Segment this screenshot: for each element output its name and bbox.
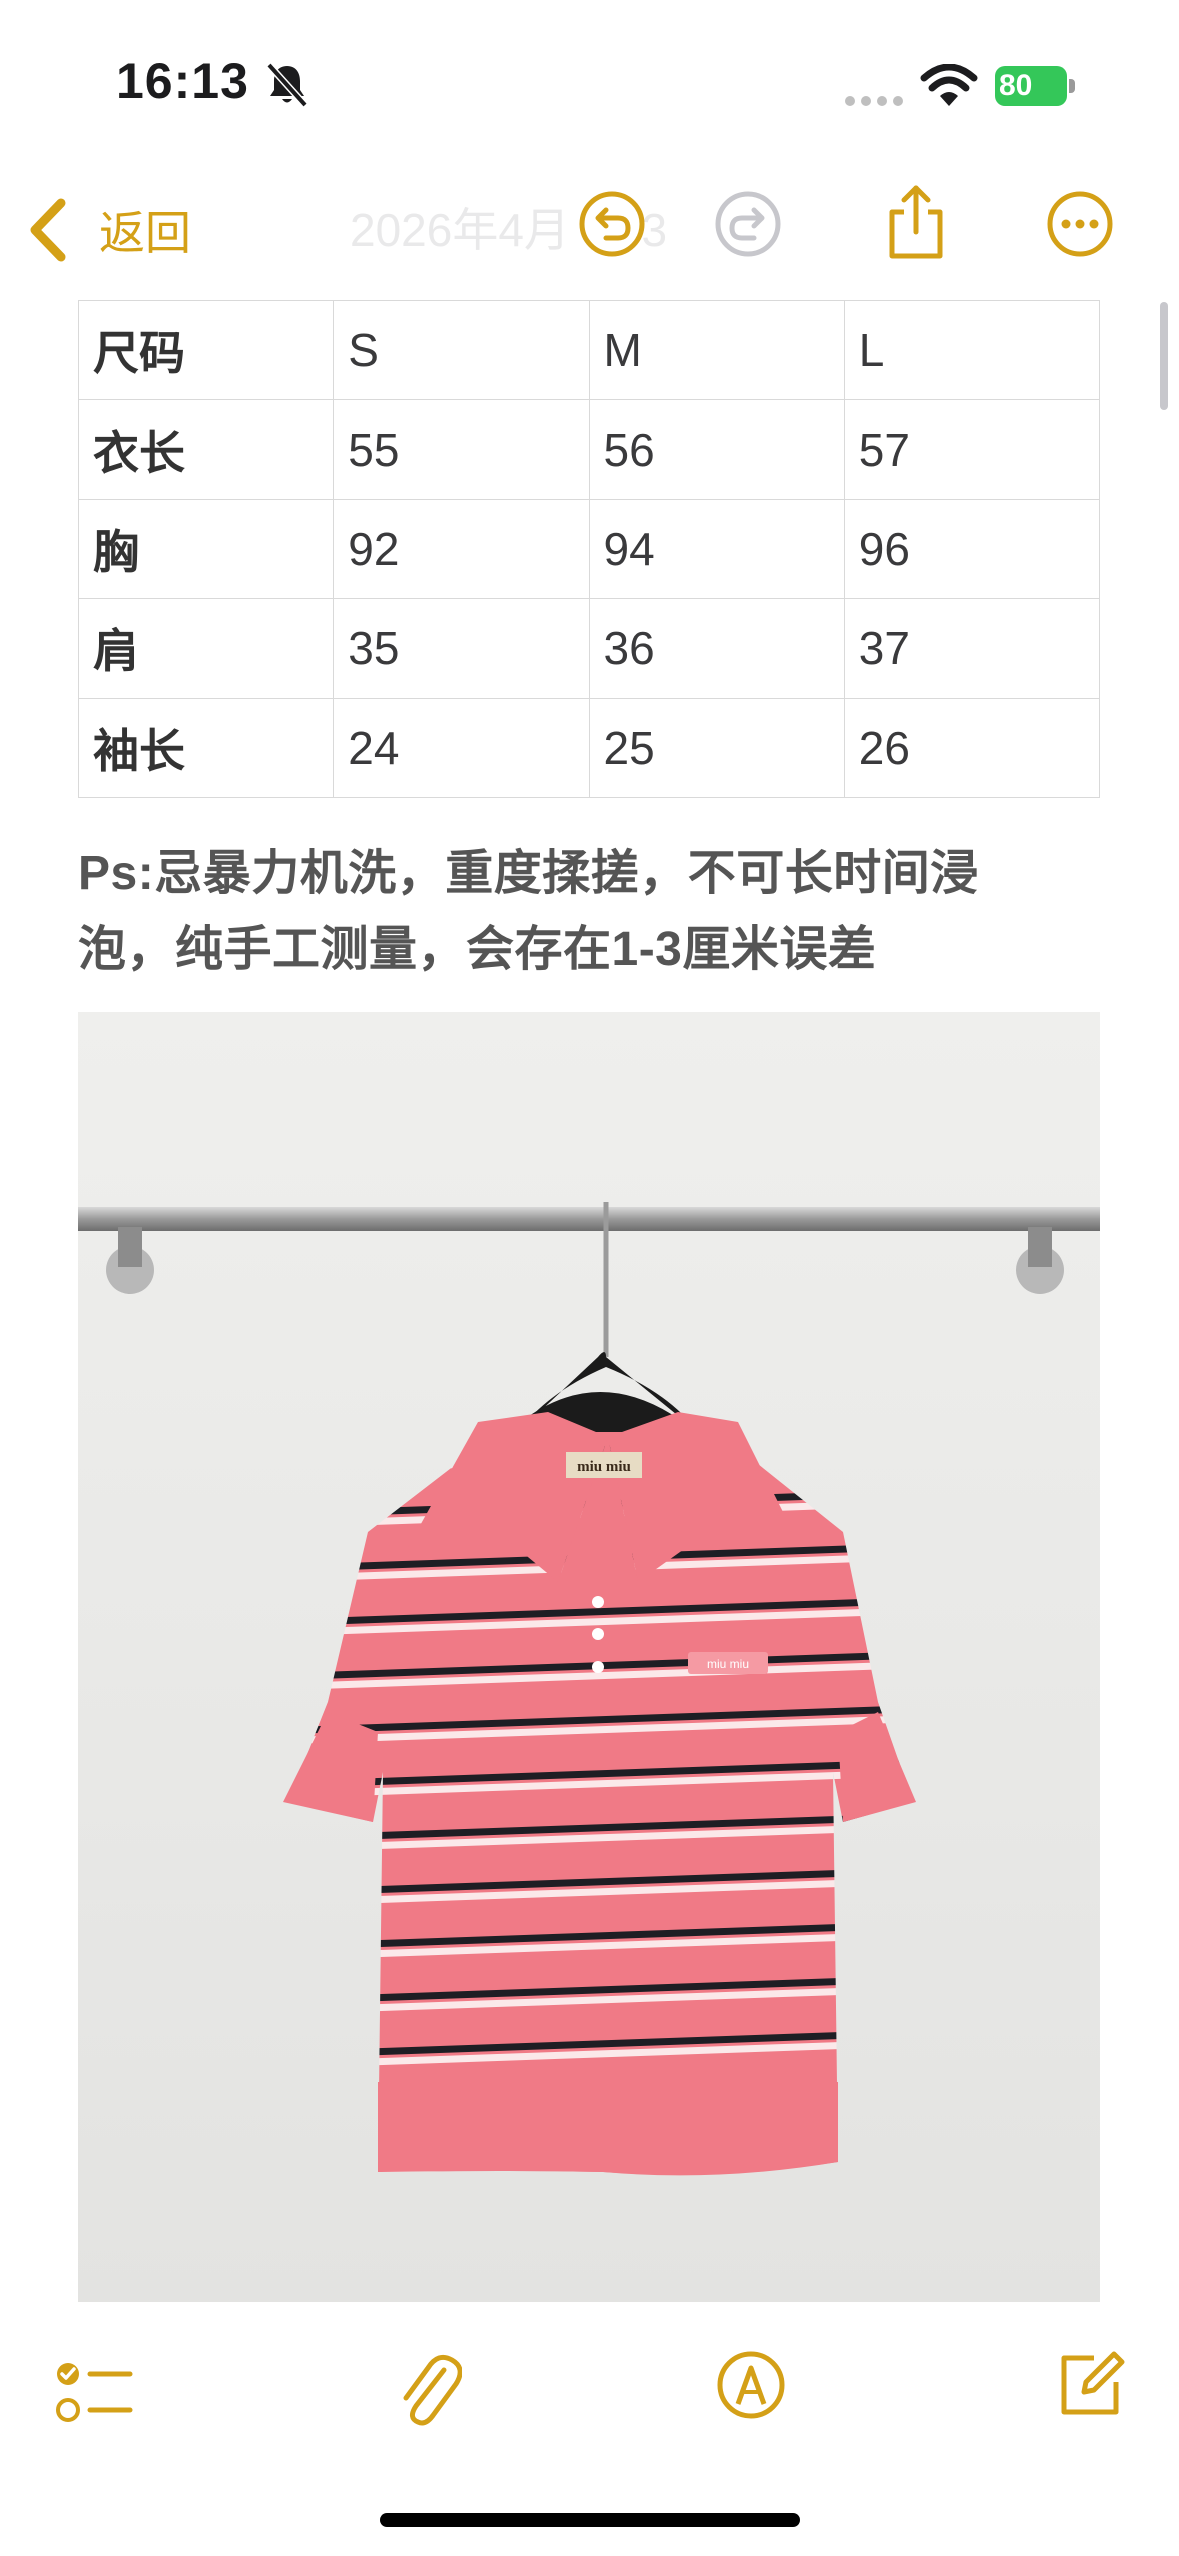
- table-cell: 55: [333, 399, 590, 500]
- bell-slash-icon: [266, 62, 308, 108]
- table-cell: 肩: [77, 598, 335, 699]
- table-cell: 96: [843, 498, 1101, 600]
- table-cell: 92: [333, 498, 590, 600]
- table-cell: 36: [588, 598, 845, 699]
- redo-icon[interactable]: [714, 190, 782, 258]
- table-cell: S: [333, 299, 590, 401]
- bottom-toolbar: [0, 2310, 1179, 2460]
- more-icon[interactable]: [1046, 190, 1114, 258]
- battery-level: 80: [999, 69, 1033, 102]
- table-row: 胸 92 94 96: [77, 498, 1101, 600]
- signal-icon: [845, 96, 903, 106]
- compose-icon[interactable]: [1054, 2348, 1126, 2420]
- checklist-icon[interactable]: [54, 2358, 134, 2428]
- share-icon[interactable]: [884, 182, 948, 262]
- battery-charging-icon: 80: [995, 66, 1077, 106]
- home-indicator[interactable]: [380, 2513, 800, 2527]
- table-cell: 25: [588, 697, 845, 799]
- nav-bar: 返回 2026年4月 日 3: [0, 170, 1179, 290]
- markup-pen-icon[interactable]: [716, 2350, 786, 2420]
- wifi-icon: [920, 64, 978, 106]
- table-cell: 57: [843, 399, 1101, 500]
- table-cell: L: [843, 299, 1101, 401]
- back-button[interactable]: 返回: [25, 190, 191, 270]
- note-text[interactable]: Ps:忌暴力机洗，重度揉搓，不可长时间浸 泡，纯手工测量，会存在1-3厘米误差: [78, 836, 1108, 988]
- table-cell: 尺码: [77, 299, 335, 401]
- size-table: 尺码 S M L 衣长 55 56 57 胸 92 94 96 肩 35 36 …: [77, 299, 1101, 799]
- status-bar: 16:13 80: [0, 0, 1179, 170]
- table-cell: 袖长: [77, 697, 335, 799]
- table-row: 衣长 55 56 57: [77, 399, 1101, 500]
- chest-patch-text: miu miu: [707, 1657, 749, 1671]
- table-cell: 37: [843, 598, 1101, 699]
- table-cell: M: [588, 299, 845, 401]
- paperclip-icon[interactable]: [392, 2350, 462, 2430]
- table-row: 袖长 24 25 26: [77, 697, 1101, 799]
- note-line: 泡，纯手工测量，会存在1-3厘米误差: [78, 923, 877, 976]
- neck-label-text: miu miu: [577, 1459, 631, 1475]
- status-time: 16:13: [116, 53, 249, 109]
- undo-icon[interactable]: [578, 190, 646, 258]
- table-cell: 26: [843, 697, 1101, 799]
- table-cell: 衣长: [77, 399, 335, 500]
- table-row: 肩 35 36 37: [77, 598, 1101, 699]
- table-cell: 24: [333, 697, 590, 799]
- scroll-indicator[interactable]: [1160, 302, 1168, 410]
- product-photo[interactable]: miu miu miu miu: [78, 1012, 1100, 2302]
- table-cell: 35: [333, 598, 590, 699]
- back-label: 返回: [99, 207, 191, 259]
- note-line: Ps:忌暴力机洗，重度揉搓，不可长时间浸: [78, 847, 979, 900]
- table-cell: 56: [588, 399, 845, 500]
- table-cell: 胸: [77, 498, 335, 600]
- table-cell: 94: [588, 498, 845, 600]
- table-row: 尺码 S M L: [77, 299, 1101, 401]
- chevron-left-icon: [30, 198, 66, 262]
